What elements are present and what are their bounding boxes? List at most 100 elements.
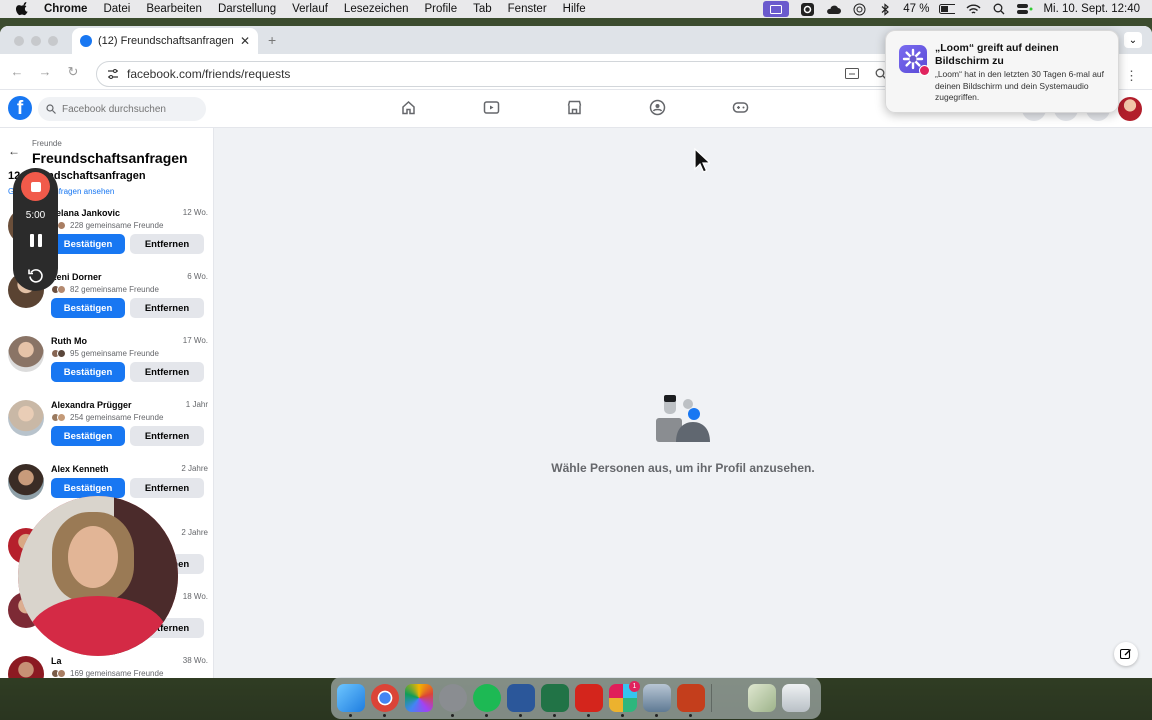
menu-darstellung[interactable]: Darstellung bbox=[210, 3, 284, 15]
search-input[interactable] bbox=[62, 103, 192, 115]
back-icon[interactable]: ← bbox=[10, 64, 24, 79]
friend-request-item[interactable]: Alexandra Prügger 1 Jahr 254 gemeinsame … bbox=[8, 400, 208, 460]
spotify-dock-icon[interactable] bbox=[473, 684, 501, 717]
request-age: 12 Wo. bbox=[182, 208, 208, 217]
menu-bar-clock[interactable]: Mi. 10. Sept. 12:40 bbox=[1043, 3, 1140, 15]
powerpoint-dock-icon[interactable] bbox=[677, 684, 705, 717]
url-text: facebook.com/friends/requests bbox=[127, 67, 291, 81]
menu-fenster[interactable]: Fenster bbox=[500, 3, 555, 15]
notification-title: „Loom“ greift auf deinen Bildschirm zu bbox=[935, 42, 1059, 67]
request-avatar[interactable] bbox=[8, 400, 44, 436]
breadcrumb[interactable]: Freunde bbox=[32, 139, 62, 148]
facebook-logo-icon[interactable]: f bbox=[8, 96, 32, 120]
photos-dock-icon[interactable] bbox=[405, 684, 433, 712]
word-dock-icon[interactable] bbox=[507, 684, 535, 717]
remove-button[interactable]: Entfernen bbox=[130, 478, 204, 498]
request-name[interactable]: Leni Dorner bbox=[51, 272, 102, 282]
request-name[interactable]: Jelana Jankovic bbox=[51, 208, 120, 218]
excel-dock-icon[interactable] bbox=[541, 684, 569, 717]
search-icon bbox=[46, 104, 56, 114]
friend-request-item[interactable]: La 38 Wo. 169 gemeinsame Freunde Bestäti… bbox=[8, 656, 208, 678]
request-age: 6 Wo. bbox=[187, 272, 208, 281]
site-info-icon[interactable] bbox=[107, 68, 119, 80]
notification-body: „Loom“ hat in den letzten 30 Tagen 6-mal… bbox=[935, 69, 1105, 102]
remove-button[interactable]: Entfernen bbox=[130, 298, 204, 318]
reload-icon[interactable]: ↻ bbox=[66, 64, 80, 80]
friend-request-item[interactable]: Ruth Mo 17 Wo. 95 gemeinsame Freunde Bes… bbox=[8, 336, 208, 396]
menu-bar-status-area: 47 % Mi. 10. Sept. 12:40 bbox=[763, 0, 1140, 18]
request-name[interactable]: La bbox=[51, 656, 62, 666]
chrome-dock-icon[interactable] bbox=[371, 684, 399, 717]
groups-icon[interactable] bbox=[649, 99, 666, 116]
slack-dock-icon[interactable]: 1 bbox=[609, 681, 640, 717]
facebook-search[interactable] bbox=[38, 97, 206, 121]
menu-bearbeiten[interactable]: Bearbeiten bbox=[138, 3, 210, 15]
new-message-button[interactable] bbox=[1114, 642, 1138, 666]
downloads-stack-icon[interactable] bbox=[718, 684, 742, 712]
acrobat-dock-icon[interactable] bbox=[575, 684, 603, 717]
browser-tab-active[interactable]: (12) Freundschaftsanfragen | ✕ bbox=[72, 28, 258, 54]
preview-dock-icon[interactable] bbox=[643, 684, 671, 717]
remove-button[interactable]: Entfernen bbox=[130, 426, 204, 446]
confirm-button[interactable]: Bestätigen bbox=[51, 362, 125, 382]
spotlight-search-icon[interactable] bbox=[991, 3, 1007, 16]
forward-icon[interactable]: → bbox=[38, 64, 52, 79]
loom-status-icon[interactable] bbox=[763, 1, 790, 17]
cast-icon[interactable] bbox=[845, 68, 859, 80]
home-icon[interactable] bbox=[400, 99, 417, 116]
mutual-friends: 254 gemeinsame Freunde bbox=[51, 413, 163, 422]
marketplace-icon[interactable] bbox=[566, 99, 583, 116]
apple-logo-icon[interactable] bbox=[16, 2, 30, 16]
tab-search-chevron-icon[interactable]: ⌄ bbox=[1124, 32, 1142, 48]
stop-recording-button[interactable] bbox=[21, 172, 50, 201]
bluetooth-icon[interactable] bbox=[877, 2, 893, 16]
pause-recording-button[interactable] bbox=[29, 234, 43, 248]
menu-tab[interactable]: Tab bbox=[465, 3, 500, 15]
menu-datei[interactable]: Datei bbox=[95, 3, 138, 15]
request-avatar[interactable] bbox=[8, 464, 44, 500]
confirm-button[interactable]: Bestätigen bbox=[51, 478, 125, 498]
profile-avatar[interactable] bbox=[1118, 97, 1142, 121]
gaming-icon[interactable] bbox=[732, 99, 749, 116]
menu-app-name[interactable]: Chrome bbox=[40, 3, 95, 15]
confirm-button[interactable]: Bestätigen bbox=[51, 298, 125, 318]
request-name[interactable]: Alexandra Prügger bbox=[51, 400, 132, 410]
back-arrow-icon[interactable]: ← bbox=[8, 144, 20, 158]
minimize-window-button[interactable] bbox=[31, 36, 41, 46]
finder-dock-icon[interactable] bbox=[337, 684, 365, 717]
system-settings-dock-icon[interactable] bbox=[439, 684, 467, 717]
confirm-button[interactable]: Bestätigen bbox=[51, 234, 125, 254]
extension-status-icon[interactable] bbox=[799, 2, 815, 16]
remove-button[interactable]: Entfernen bbox=[130, 234, 204, 254]
loom-camera-bubble[interactable] bbox=[18, 496, 178, 656]
close-tab-icon[interactable]: ✕ bbox=[240, 34, 250, 48]
address-bar[interactable]: facebook.com/friends/requests bbox=[96, 61, 896, 87]
mutual-friends: 82 gemeinsame Freunde bbox=[51, 285, 159, 294]
wifi-icon[interactable] bbox=[965, 3, 981, 16]
chrome-menu-icon[interactable]: ⋮ bbox=[1125, 68, 1138, 84]
request-name[interactable]: Alex Kenneth bbox=[51, 464, 109, 474]
airdrop-icon[interactable] bbox=[851, 3, 867, 16]
close-window-button[interactable] bbox=[14, 36, 24, 46]
mutual-friends-text: 82 gemeinsame Freunde bbox=[70, 285, 159, 294]
menu-lesezeichen[interactable]: Lesezeichen bbox=[336, 3, 417, 15]
remove-button[interactable]: Entfernen bbox=[130, 362, 204, 382]
menu-hilfe[interactable]: Hilfe bbox=[555, 3, 594, 15]
menu-profile[interactable]: Profile bbox=[417, 3, 466, 15]
cloud-status-icon[interactable] bbox=[825, 3, 841, 16]
zoom-window-button[interactable] bbox=[48, 36, 58, 46]
request-avatar[interactable] bbox=[8, 336, 44, 372]
trash-dock-icon[interactable] bbox=[782, 684, 810, 712]
folder-stack-icon[interactable] bbox=[748, 684, 776, 712]
confirm-button[interactable]: Bestätigen bbox=[51, 426, 125, 446]
restart-recording-icon[interactable] bbox=[27, 267, 44, 284]
request-avatar[interactable] bbox=[8, 656, 44, 678]
facebook-favicon-icon bbox=[80, 35, 92, 47]
control-center-icon[interactable] bbox=[1017, 3, 1033, 16]
video-icon[interactable] bbox=[483, 99, 500, 116]
menu-verlauf[interactable]: Verlauf bbox=[284, 3, 336, 15]
battery-icon[interactable] bbox=[939, 3, 956, 16]
loom-screen-access-notification[interactable]: „Loom“ greift auf deinen Bildschirm zu „… bbox=[885, 30, 1119, 113]
request-name[interactable]: Ruth Mo bbox=[51, 336, 87, 346]
new-tab-icon[interactable]: + bbox=[268, 32, 276, 48]
